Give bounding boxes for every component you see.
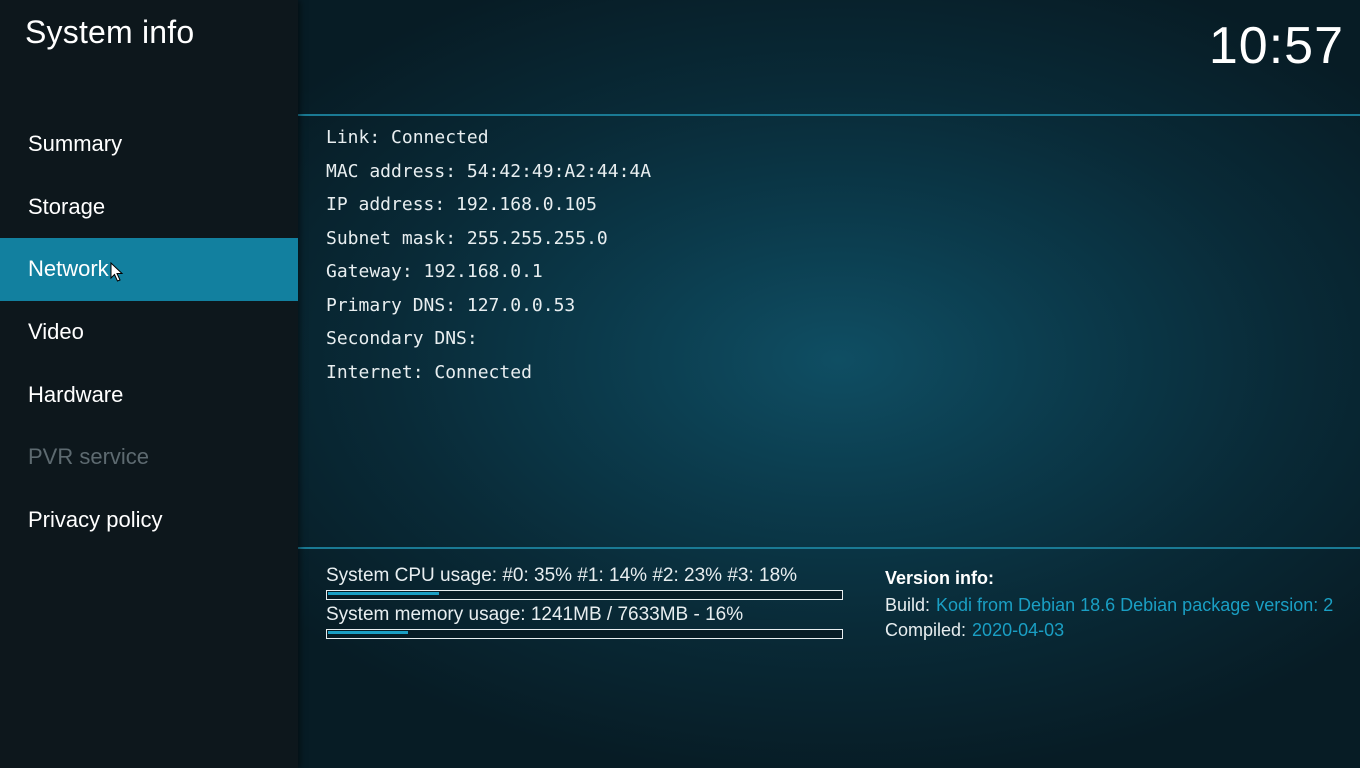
version-info: Version info: Build: Kodi from Debian 18.… xyxy=(885,566,1360,643)
bottom-divider xyxy=(298,547,1360,549)
network-row-secondary-dns: Secondary DNS: xyxy=(326,328,478,349)
compiled-label: Compiled: xyxy=(885,620,967,640)
sidebar-item-label: Network xyxy=(28,256,109,282)
network-row-link: Link: Connected xyxy=(326,127,489,148)
kodi-system-info-screen: System info Summary Storage Network Vide… xyxy=(0,0,1360,768)
network-row-subnet: Subnet mask: 255.255.255.0 xyxy=(326,227,608,249)
sidebar-menu: Summary Storage Network Video Hardware P… xyxy=(0,113,298,552)
network-row-ip: IP address: 192.168.0.105 xyxy=(326,194,597,215)
mouse-pointer-icon xyxy=(110,262,124,283)
memory-usage: System memory usage: 1241MB / 7633MB - 1… xyxy=(326,604,843,639)
network-row-mac: MAC address: 54:42:49:A2:44:4A xyxy=(326,160,652,182)
page-title: System info xyxy=(25,14,195,50)
memory-usage-bar xyxy=(326,629,843,639)
sidebar-item-storage[interactable]: Storage xyxy=(0,176,298,239)
sidebar: System info Summary Storage Network Vide… xyxy=(0,0,298,768)
main-panel: 10:57 Link: Connected MAC address: 54:42… xyxy=(298,0,1360,768)
sidebar-item-hardware[interactable]: Hardware xyxy=(0,364,298,427)
version-compiled-row: Compiled: 2020-04-03 xyxy=(885,618,1360,643)
top-divider xyxy=(298,114,1360,116)
version-info-title: Version info: xyxy=(885,568,995,588)
version-build-row: Build: Kodi from Debian 18.6 Debian packa… xyxy=(885,593,1360,618)
memory-usage-label: System memory usage: 1241MB / 7633MB - 1… xyxy=(326,604,744,625)
cpu-usage-label: System CPU usage: #0: 35% #1: 14% #2: 23… xyxy=(326,565,798,586)
sidebar-item-pvr-service: PVR service xyxy=(28,444,150,470)
cpu-usage-bar xyxy=(326,590,843,600)
cpu-usage-bar-fill xyxy=(328,592,440,595)
clock: 10:57 xyxy=(1208,17,1344,75)
network-row-primary-dns: Primary DNS: 127.0.0.53 xyxy=(326,294,576,316)
sidebar-item-network[interactable]: Network xyxy=(0,238,298,302)
compiled-value: 2020-04-03 xyxy=(972,620,1065,640)
sidebar-item-summary[interactable]: Summary xyxy=(0,113,298,176)
network-row-gateway: Gateway: 192.168.0.1 xyxy=(326,261,543,282)
build-label: Build: xyxy=(885,595,931,615)
memory-usage-bar-fill xyxy=(328,631,409,634)
network-info-list: Link: Connected MAC address: 54:42:49:A2… xyxy=(326,121,651,389)
cpu-usage: System CPU usage: #0: 35% #1: 14% #2: 23… xyxy=(326,565,843,600)
sidebar-item-video[interactable]: Video xyxy=(0,301,298,364)
network-row-internet: Internet: Connected xyxy=(326,361,532,383)
sidebar-item-privacy-policy[interactable]: Privacy policy xyxy=(0,489,298,552)
build-value: Kodi from Debian 18.6 Debian package ver… xyxy=(936,595,1334,615)
